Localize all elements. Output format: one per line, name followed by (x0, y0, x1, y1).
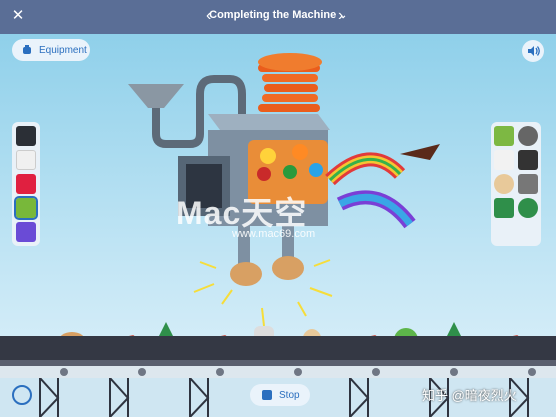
right-palette (491, 122, 541, 246)
spring-hat (258, 53, 322, 112)
rail-bolt (294, 368, 302, 376)
title-label: Completing the Machine (209, 9, 337, 21)
watermark-url: www.mac69.com (232, 228, 316, 240)
palette-item-tree-icon[interactable] (494, 198, 514, 218)
rail-bolt (216, 368, 224, 376)
palette-item-green-layer-cube[interactable] (14, 196, 38, 220)
bulb-yellow (260, 148, 276, 164)
palette-item-white-cube[interactable] (16, 150, 36, 170)
stop-icon (262, 390, 272, 400)
palette-item-red-cube[interactable] (16, 174, 36, 194)
stick (400, 144, 440, 160)
conveyor-belt (0, 336, 556, 360)
palette-item-dragon-icon[interactable] (518, 198, 538, 218)
rail-bolt (138, 368, 146, 376)
chevron-right-icon[interactable]: › (338, 6, 343, 26)
funnel (128, 84, 184, 108)
button-green (283, 165, 297, 179)
watermark-site: 知乎 @暗夜烈火 (422, 388, 517, 403)
left-palette (12, 122, 40, 246)
conveyor-rail (0, 366, 556, 378)
palette-item-egg-icon[interactable] (494, 174, 514, 194)
stop-button[interactable]: Stop (250, 384, 310, 406)
palette-item-rock-icon[interactable] (518, 150, 538, 170)
bulb-orange (292, 144, 308, 160)
machine-body-back (208, 114, 330, 130)
palette-item-stack-icon[interactable] (494, 126, 514, 146)
palette-item-black-cube[interactable] (16, 126, 36, 146)
page-title[interactable]: Completing the Machine ⌄ (0, 9, 556, 21)
palette-item-purple-cube[interactable] (16, 222, 36, 242)
rail-bolt (60, 368, 68, 376)
foot-right (272, 256, 304, 280)
button-blue (309, 163, 323, 177)
rail-bolt (528, 368, 536, 376)
foot-left (230, 262, 262, 286)
game-scene: Equipment Mac天空 www.mac69.com Stop (0, 34, 556, 417)
palette-item-gear-icon[interactable] (518, 126, 538, 146)
palette-item-chip-icon[interactable] (518, 174, 538, 194)
stop-label: Stop (279, 390, 300, 401)
palette-item-spring-icon[interactable] (494, 150, 514, 170)
top-bar: ✕ ‹ Completing the Machine ⌄ › (0, 0, 556, 34)
rail-bolt (372, 368, 380, 376)
machine-illustration (128, 53, 440, 327)
timer-icon[interactable] (12, 385, 32, 405)
button-red (257, 167, 271, 181)
rail-bolt (450, 368, 458, 376)
